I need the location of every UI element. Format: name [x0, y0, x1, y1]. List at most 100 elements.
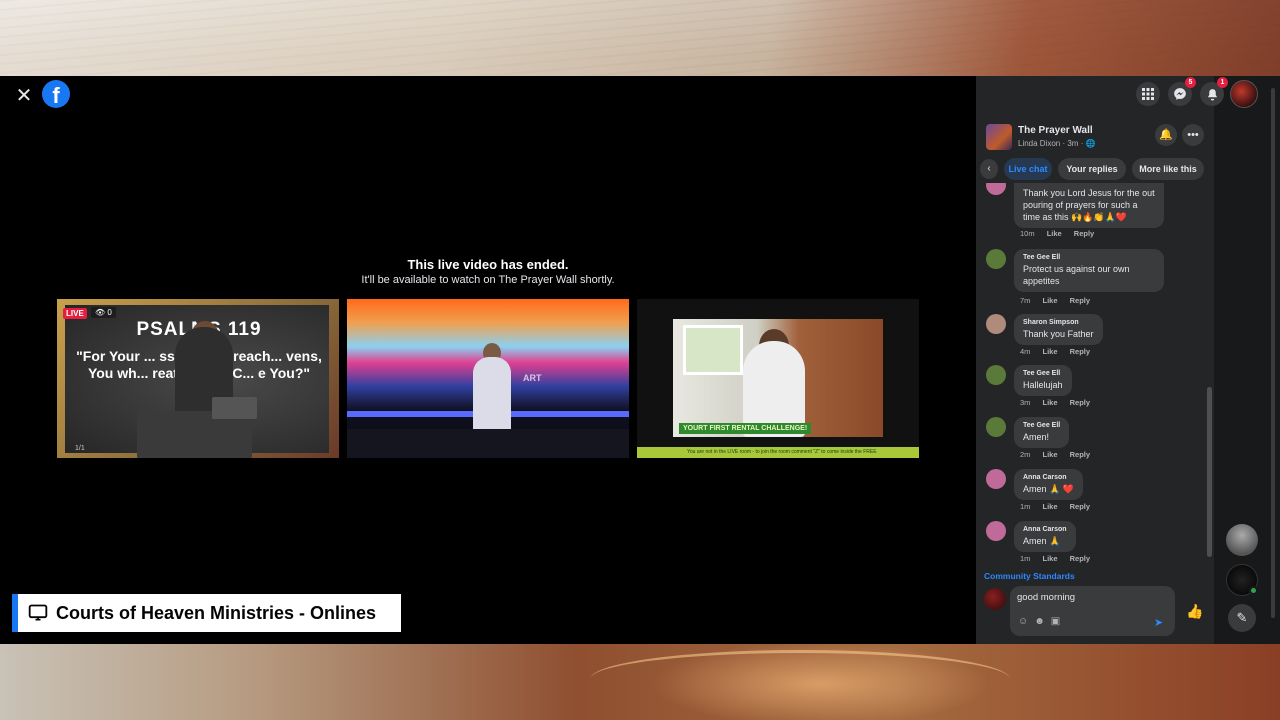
- account-avatar[interactable]: [1230, 80, 1258, 108]
- background-top: [0, 0, 1280, 76]
- menu-grid-icon[interactable]: [1136, 82, 1160, 106]
- tab-live-chat[interactable]: Live chat: [1004, 158, 1052, 180]
- messenger-glyph: [1174, 88, 1186, 100]
- commenter-name[interactable]: Tee Gee Ell: [1023, 369, 1063, 379]
- comment-bubble: Tee Gee Ell Hallelujah: [1014, 365, 1072, 396]
- chat-scrollbar[interactable]: [1207, 189, 1212, 567]
- like-link[interactable]: Like: [1043, 502, 1058, 511]
- more-options-icon[interactable]: •••: [1182, 124, 1204, 146]
- emoji-icon[interactable]: ☻: [1034, 616, 1045, 627]
- reply-link[interactable]: Reply: [1070, 347, 1090, 356]
- tab-more-like-this[interactable]: More like this: [1132, 158, 1204, 180]
- notifications-badge: 1: [1217, 77, 1228, 88]
- tab-your-replies[interactable]: Your replies: [1058, 158, 1126, 180]
- page-title[interactable]: The Prayer Wall: [1018, 125, 1093, 136]
- composer-avatar[interactable]: [984, 588, 1006, 610]
- new-message-icon[interactable]: ✎: [1228, 604, 1256, 632]
- comment-time: 1m: [1020, 554, 1031, 563]
- page-scroll-thumb[interactable]: [1271, 88, 1275, 618]
- messenger-badge: 5: [1185, 77, 1196, 88]
- online-status-dot: [1249, 586, 1258, 595]
- commenter-avatar[interactable]: [986, 417, 1006, 437]
- comment-meta: 1m Like Reply: [1020, 502, 1100, 511]
- reply-link[interactable]: Reply: [1070, 502, 1090, 511]
- page-scrollbar[interactable]: [1270, 78, 1276, 640]
- commenter-name[interactable]: Sharon Simpson: [1023, 318, 1094, 328]
- comment-text: Amen 🙏 ❤️: [1023, 484, 1074, 494]
- video-frame: YOURT FIRST RENTAL CHALLENGE!: [673, 319, 883, 437]
- backdrop-text: ART: [523, 373, 542, 383]
- comment-input[interactable]: [1017, 592, 1167, 603]
- composer-tools: ☺ ☻ ▣: [1018, 616, 1060, 627]
- commenter-avatar[interactable]: [986, 183, 1006, 195]
- commenter-avatar[interactable]: [986, 314, 1006, 334]
- bell-glyph: [1207, 88, 1217, 100]
- like-link[interactable]: Like: [1043, 450, 1058, 459]
- comment-meta: 7m Like Reply: [1020, 296, 1100, 305]
- commenter-name[interactable]: Anna Carson: [1023, 525, 1067, 535]
- channel-tag: Courts of Heaven Ministries - Onlines: [12, 594, 401, 632]
- live-badge: LIVE: [63, 308, 87, 319]
- reply-link[interactable]: Reply: [1070, 398, 1090, 407]
- viewer-count: 👁 0: [91, 307, 116, 318]
- commenter-avatar[interactable]: [986, 469, 1006, 489]
- chevron-left-icon[interactable]: ‹: [980, 159, 998, 179]
- comment-time: 3m: [1020, 398, 1031, 407]
- comment-text: Thank you Father: [1023, 329, 1094, 339]
- video-thumbnail-1[interactable]: PSALMS 119 "For Your ... ss, O God, reac…: [57, 299, 339, 458]
- reply-link[interactable]: Reply: [1070, 296, 1090, 305]
- reply-link[interactable]: Reply: [1074, 229, 1094, 238]
- ended-subtitle: It'll be available to watch on The Praye…: [361, 274, 615, 286]
- like-link[interactable]: Like: [1043, 347, 1058, 356]
- comment-time: 2m: [1020, 450, 1031, 459]
- messenger-icon[interactable]: 5: [1168, 77, 1196, 106]
- reply-link[interactable]: Reply: [1070, 450, 1090, 459]
- post-meta: Linda Dixon · 3m · 🌐: [1018, 139, 1096, 148]
- commenter-avatar[interactable]: [986, 249, 1006, 269]
- commenter-name[interactable]: Tee Gee Ell: [1023, 421, 1060, 431]
- comment-text: Protect us against our own appetites: [1023, 264, 1130, 286]
- comment-bubble: Tee Gee Ell Protect us against our own a…: [1014, 249, 1164, 292]
- contact-avatar[interactable]: [1226, 524, 1258, 556]
- like-link[interactable]: Like: [1047, 229, 1062, 238]
- page-avatar[interactable]: [986, 124, 1012, 150]
- top-actions: 5 1: [1136, 77, 1228, 106]
- commenter-name[interactable]: Tee Gee Ell: [1023, 253, 1155, 263]
- window: [683, 325, 743, 375]
- comment-bubble: Tee Gee Ell Amen!: [1014, 417, 1070, 448]
- channel-label: Courts of Heaven Ministries - Onlines: [56, 602, 377, 623]
- bell-icon[interactable]: 1: [1200, 77, 1228, 106]
- comment-bubble: Anna Carson Amen 🙏 ❤️: [1014, 469, 1083, 500]
- follow-bell-icon[interactable]: 🔔: [1155, 124, 1177, 146]
- comment-meta: 1m Like Reply: [1020, 554, 1100, 563]
- avatar-sticker-icon[interactable]: ☺: [1018, 616, 1028, 627]
- chat-tabs: ‹ Live chat Your replies More like this: [976, 158, 1214, 180]
- commenter-avatar[interactable]: [986, 365, 1006, 385]
- comment-bubble: Thank you Lord Jesus for the out pouring…: [1014, 183, 1164, 228]
- commenter-avatar[interactable]: [986, 521, 1006, 541]
- commenter-name[interactable]: Anna Carson: [1023, 473, 1074, 483]
- video-thumbnail-3[interactable]: YOURT FIRST RENTAL CHALLENGE! You are no…: [637, 299, 919, 458]
- facebook-logo-icon[interactable]: f: [42, 80, 70, 108]
- comment-text: Amen 🙏: [1023, 536, 1061, 546]
- thumbs-up-icon[interactable]: 👍: [1186, 603, 1203, 620]
- video-thumbnail-2[interactable]: ART: [347, 299, 629, 458]
- comment-text: Thank you Lord Jesus for the out pouring…: [1023, 188, 1155, 222]
- close-icon[interactable]: ✕: [12, 84, 36, 108]
- comment-meta: 10m Like Reply: [1020, 229, 1104, 238]
- comment-composer: ☺ ☻ ▣: [1010, 586, 1175, 636]
- send-icon[interactable]: ➤: [1154, 616, 1163, 629]
- video-banner: YOURT FIRST RENTAL CHALLENGE!: [679, 423, 812, 434]
- comment-bubble: Sharon Simpson Thank you Father: [1014, 314, 1103, 345]
- comment-time: 7m: [1020, 296, 1031, 305]
- comment-time: 10m: [1020, 229, 1035, 238]
- reply-link[interactable]: Reply: [1070, 554, 1090, 563]
- comment-meta: 4m Like Reply: [1020, 347, 1100, 356]
- like-link[interactable]: Like: [1043, 296, 1058, 305]
- sticker-icon[interactable]: ▣: [1051, 616, 1060, 627]
- like-link[interactable]: Like: [1043, 398, 1058, 407]
- comment-meta: 3m Like Reply: [1020, 398, 1100, 407]
- chat-scroll-thumb[interactable]: [1207, 387, 1212, 557]
- community-standards-link[interactable]: Community Standards: [984, 571, 1075, 581]
- like-link[interactable]: Like: [1043, 554, 1058, 563]
